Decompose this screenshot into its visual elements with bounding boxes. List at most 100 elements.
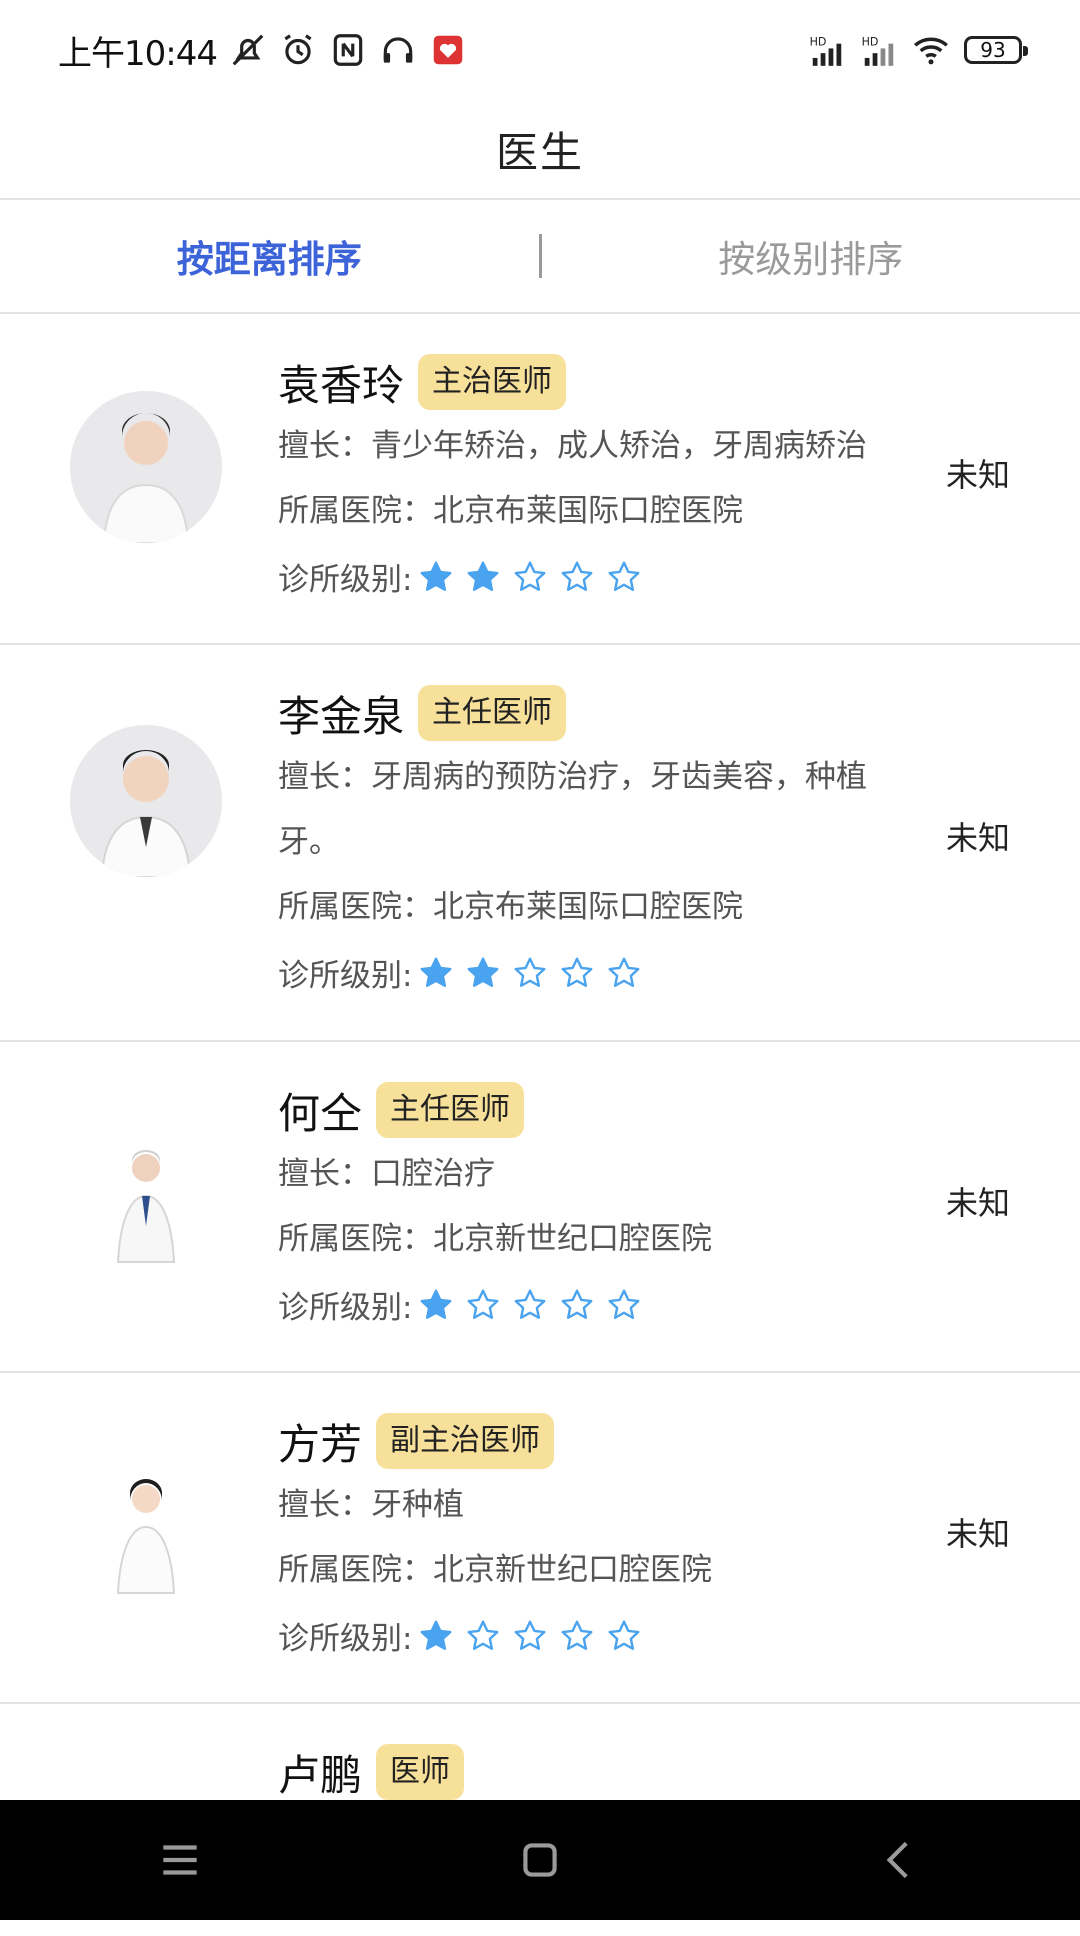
doctor-title-badge: 主任医师 bbox=[418, 685, 566, 741]
page-title: 医生 bbox=[496, 119, 584, 180]
app-notification-icon bbox=[429, 31, 467, 69]
clinic-rating: 诊所级别: bbox=[278, 544, 928, 609]
doctor-info: 何仝 主任医师 擅长：口腔治疗 所属医院：北京新世纪口腔医院 诊所级别: bbox=[278, 1078, 928, 1337]
status-time: 上午10:44 bbox=[58, 26, 217, 75]
doctor-list-item[interactable]: 方芳 副主治医师 擅长：牙种植 所属医院：北京新世纪口腔医院 诊所级别: 未知 bbox=[0, 1373, 1080, 1704]
doctor-title-badge: 副主治医师 bbox=[376, 1413, 554, 1469]
doctor-name: 何仝 bbox=[278, 1080, 362, 1141]
star-outline-icon bbox=[559, 559, 595, 595]
doctor-name: 方芳 bbox=[278, 1411, 362, 1472]
home-icon bbox=[515, 1835, 565, 1885]
doctor-name: 李金泉 bbox=[278, 683, 404, 744]
doctor-specialty: 擅长：牙周病的预防治疗，牙齿美容，种植 bbox=[278, 745, 928, 810]
distance-status: 未知 bbox=[946, 1509, 1010, 1555]
star-outline-icon bbox=[512, 1618, 548, 1654]
doctor-avatar bbox=[70, 725, 222, 877]
menu-icon bbox=[155, 1835, 205, 1885]
wifi-icon bbox=[912, 31, 950, 69]
rating-label: 诊所级别: bbox=[278, 950, 412, 995]
doctor-info: 李金泉 主任医师 擅长：牙周病的预防治疗，牙齿美容，种植 牙。 所属医院：北京布… bbox=[278, 681, 928, 1005]
doctor-name: 卢鹏 bbox=[278, 1742, 362, 1803]
signal-hd-icon: HD bbox=[808, 31, 846, 69]
distance-status: 未知 bbox=[946, 1178, 1010, 1224]
doctor-info: 袁香玲 主治医师 擅长：青少年矫治，成人矫治，牙周病矫治 所属医院：北京布莱国际… bbox=[278, 350, 928, 609]
star-outline-icon bbox=[512, 559, 548, 595]
doctor-specialty: 擅长：青少年矫治，成人矫治，牙周病矫治 bbox=[278, 414, 928, 479]
doctor-hospital: 所属医院：北京新世纪口腔医院 bbox=[278, 1538, 928, 1603]
doctor-title-badge: 主治医师 bbox=[418, 354, 566, 410]
name-row: 李金泉 主任医师 bbox=[278, 681, 928, 745]
rating-label: 诊所级别: bbox=[278, 554, 412, 599]
star-rating bbox=[418, 559, 642, 595]
name-row: 何仝 主任医师 bbox=[278, 1078, 928, 1142]
clinic-rating: 诊所级别: bbox=[278, 1603, 928, 1668]
doctor-specialty-continued: 牙。 bbox=[278, 810, 928, 875]
battery-icon: 93 bbox=[964, 36, 1022, 64]
rating-label: 诊所级别: bbox=[278, 1613, 412, 1658]
status-left: 上午10:44 bbox=[58, 26, 467, 75]
name-row: 袁香玲 主治医师 bbox=[278, 350, 928, 414]
doctor-title-badge: 主任医师 bbox=[376, 1082, 524, 1138]
nfc-icon bbox=[329, 31, 367, 69]
doctor-list-item[interactable]: 袁香玲 主治医师 擅长：青少年矫治，成人矫治，牙周病矫治 所属医院：北京布莱国际… bbox=[0, 314, 1080, 645]
doctor-hospital: 所属医院：北京布莱国际口腔医院 bbox=[278, 875, 928, 940]
doctor-title-badge: 医师 bbox=[376, 1744, 464, 1800]
clinic-rating: 诊所级别: bbox=[278, 1272, 928, 1337]
star-outline-icon bbox=[559, 955, 595, 991]
doctor-avatar bbox=[70, 1122, 222, 1274]
star-rating bbox=[418, 955, 642, 991]
status-bar: 上午10:44 HD HD 93 bbox=[0, 0, 1080, 100]
star-outline-icon bbox=[606, 1287, 642, 1323]
doctor-hospital: 所属医院：北京布莱国际口腔医院 bbox=[278, 479, 928, 544]
doctor-info: 方芳 副主治医师 擅长：牙种植 所属医院：北京新世纪口腔医院 诊所级别: bbox=[278, 1409, 928, 1668]
doctor-info: 卢鹏 医师 bbox=[278, 1740, 928, 1804]
headphone-icon bbox=[379, 31, 417, 69]
rating-label: 诊所级别: bbox=[278, 1282, 412, 1327]
star-outline-icon bbox=[606, 955, 642, 991]
doctor-list-item[interactable]: 何仝 主任医师 擅长：口腔治疗 所属医院：北京新世纪口腔医院 诊所级别: 未知 bbox=[0, 1042, 1080, 1373]
status-right: HD HD 93 bbox=[808, 31, 1022, 69]
doctor-specialty: 擅长：牙种植 bbox=[278, 1473, 928, 1538]
star-outline-icon bbox=[512, 1287, 548, 1323]
star-outline-icon bbox=[465, 1287, 501, 1323]
star-filled-icon bbox=[418, 1618, 454, 1654]
app-header: 医生 bbox=[0, 100, 1080, 200]
star-filled-icon bbox=[418, 1287, 454, 1323]
tab-sort-by-level[interactable]: 按级别排序 bbox=[542, 229, 1080, 283]
signal-hd-icon: HD bbox=[860, 31, 898, 69]
star-outline-icon bbox=[465, 1618, 501, 1654]
distance-status: 未知 bbox=[946, 450, 1010, 496]
svg-text:HD: HD bbox=[862, 35, 879, 48]
clinic-rating: 诊所级别: bbox=[278, 940, 928, 1005]
star-outline-icon bbox=[606, 559, 642, 595]
star-filled-icon bbox=[418, 559, 454, 595]
menu-button[interactable] bbox=[140, 1820, 220, 1900]
system-nav-bar bbox=[0, 1800, 1080, 1920]
doctor-avatar bbox=[70, 1453, 222, 1605]
star-outline-icon bbox=[559, 1618, 595, 1654]
doctor-name: 袁香玲 bbox=[278, 352, 404, 413]
star-outline-icon bbox=[606, 1618, 642, 1654]
back-button[interactable] bbox=[860, 1820, 940, 1900]
star-rating bbox=[418, 1618, 642, 1654]
star-rating bbox=[418, 1287, 642, 1323]
distance-status: 未知 bbox=[946, 813, 1010, 859]
star-outline-icon bbox=[559, 1287, 595, 1323]
alarm-icon bbox=[279, 31, 317, 69]
name-row: 卢鹏 医师 bbox=[278, 1740, 928, 1804]
sort-tabs: 按距离排序 按级别排序 bbox=[0, 200, 1080, 314]
svg-text:HD: HD bbox=[810, 35, 827, 48]
tab-sort-by-distance[interactable]: 按距离排序 bbox=[0, 229, 539, 283]
doctor-avatar bbox=[70, 391, 222, 543]
home-button[interactable] bbox=[500, 1820, 580, 1900]
star-filled-icon bbox=[418, 955, 454, 991]
back-icon bbox=[875, 1835, 925, 1885]
star-filled-icon bbox=[465, 955, 501, 991]
doctor-list-item[interactable]: 李金泉 主任医师 擅长：牙周病的预防治疗，牙齿美容，种植 牙。 所属医院：北京布… bbox=[0, 645, 1080, 1042]
doctor-hospital: 所属医院：北京新世纪口腔医院 bbox=[278, 1207, 928, 1272]
name-row: 方芳 副主治医师 bbox=[278, 1409, 928, 1473]
doctor-list: 袁香玲 主治医师 擅长：青少年矫治，成人矫治，牙周病矫治 所属医院：北京布莱国际… bbox=[0, 314, 1080, 1904]
doctor-specialty: 擅长：口腔治疗 bbox=[278, 1142, 928, 1207]
mute-icon bbox=[229, 31, 267, 69]
star-outline-icon bbox=[512, 955, 548, 991]
